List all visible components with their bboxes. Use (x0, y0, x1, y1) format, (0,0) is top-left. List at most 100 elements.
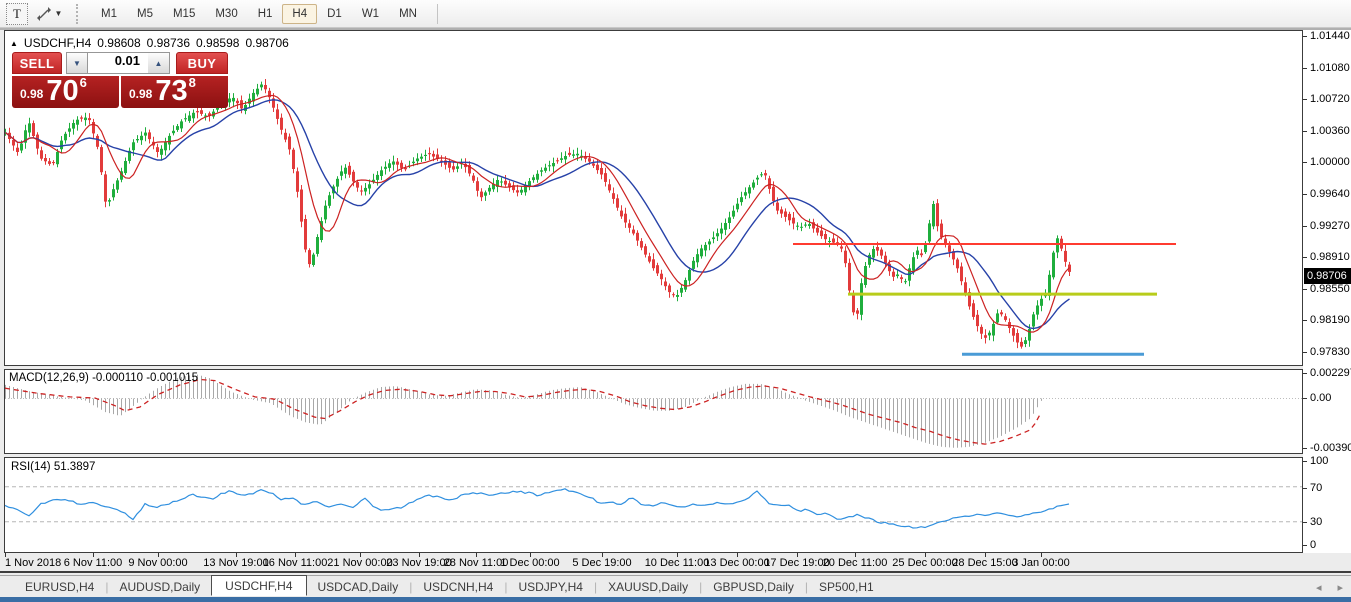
date-label: 17 Dec 19:00 (764, 557, 829, 569)
price-axis-label: 1.01440 (1310, 29, 1350, 43)
date-label: 23 Nov 19:00 (386, 557, 451, 569)
one-click-trade-panel: SELL ▼ 0.01 ▲ BUY 0.98 70 6 0.98 73 8 (12, 52, 228, 108)
date-label: 9 Nov 00:00 (128, 557, 187, 569)
axis-tick (1303, 194, 1307, 195)
macd-axis-label: -0.003904 (1310, 441, 1351, 455)
date-label: 1 Dec 00:00 (500, 557, 559, 569)
date-label: 10 Dec 11:00 (645, 557, 710, 569)
axis-tick (1303, 162, 1307, 163)
spinner-up-icon: ▲ (155, 59, 163, 68)
spinner-down-icon: ▼ (73, 59, 81, 68)
date-label: 3 Jan 00:00 (1012, 557, 1070, 569)
axis-tick (1303, 68, 1307, 69)
lot-size-input[interactable]: 0.01 (88, 52, 148, 74)
lot-decrease-button[interactable]: ▼ (66, 52, 88, 74)
buy-price-pip: 8 (189, 75, 196, 104)
price-axis-label: 0.98910 (1310, 250, 1350, 264)
chart-header: ▲ USDCHF,H4 0.98608 0.98736 0.98598 0.98… (10, 36, 289, 50)
price-axis-label: 0.99640 (1310, 187, 1350, 201)
axis-tick (1303, 226, 1307, 227)
macd-indicator-panel[interactable] (4, 369, 1303, 454)
date-label: 21 Nov 00:00 (327, 557, 392, 569)
ohlc-open: 0.98608 (97, 36, 140, 50)
rsi-label: RSI(14) 51.3897 (11, 461, 95, 473)
tab-scroll-right-icon[interactable]: ▸ (1337, 581, 1343, 594)
rsi-axis-label: 100 (1310, 454, 1328, 468)
price-axis-label: 1.00720 (1310, 92, 1350, 106)
time-axis[interactable]: 1 Nov 20186 Nov 11:00 9 Nov 00:00 13 Nov 1… (4, 553, 1303, 570)
arrows-tool-icon (36, 6, 52, 22)
sell-price-prefix: 0.98 (20, 87, 43, 104)
rsi-indicator-panel[interactable] (4, 457, 1303, 553)
timeframe-button-m5[interactable]: M5 (127, 4, 163, 24)
timeframe-button-mn[interactable]: MN (389, 4, 427, 24)
tab-scroll-controls: ◂ ▸ (1316, 576, 1343, 598)
lot-increase-button[interactable]: ▲ (148, 52, 170, 74)
macd-chart[interactable] (5, 370, 1302, 453)
tab-xauusd-daily[interactable]: XAUUSD,Daily (597, 578, 699, 596)
axis-tick (1303, 373, 1307, 374)
price-axis[interactable]: 0.98706 1.014401.010801.007201.003601.00… (1303, 30, 1351, 553)
date-label: 25 Dec 00:00 (892, 557, 957, 569)
axis-tick (1303, 36, 1307, 37)
timeframe-button-h1[interactable]: H1 (248, 4, 283, 24)
date-label: 13 Nov 19:00 (203, 557, 268, 569)
macd-axis-label: 0.00 (1310, 391, 1331, 405)
axis-tick (1303, 545, 1307, 546)
window-bottom-edge (0, 597, 1351, 602)
timeframe-button-m1[interactable]: M1 (91, 4, 127, 24)
tab-audusd-daily[interactable]: AUDUSD,Daily (108, 578, 211, 596)
date-label: 28 Nov 11:00 (444, 557, 509, 569)
date-label: 13 Dec 00:00 (704, 557, 769, 569)
text-tool-button[interactable]: T (6, 3, 28, 25)
chevron-down-icon: ▼ (55, 9, 63, 18)
buy-price-display[interactable]: 0.98 73 8 (121, 76, 228, 108)
ohlc-low: 0.98598 (196, 36, 239, 50)
collapse-arrow-icon[interactable]: ▲ (10, 39, 18, 48)
date-label: 1 Nov 2018 (5, 557, 61, 569)
chart-tab-bar: EURUSD,H4|AUDUSD,DailyUSDCHF,H4USDCAD,Da… (0, 575, 1351, 597)
tab-usdcnh-h4[interactable]: USDCNH,H4 (412, 578, 504, 596)
macd-label: MACD(12,26,9) -0.000110 -0.001015 (9, 372, 198, 384)
axis-tick (1303, 320, 1307, 321)
timeframe-button-m30[interactable]: M30 (205, 4, 247, 24)
arrows-tool-button[interactable]: ▼ (32, 3, 66, 25)
chart-bottom-border (0, 571, 1351, 573)
toolbar-separator (437, 4, 438, 24)
timeframe-button-m15[interactable]: M15 (163, 4, 205, 24)
tab-usdcad-daily[interactable]: USDCAD,Daily (307, 578, 410, 596)
axis-tick (1303, 99, 1307, 100)
price-axis-label: 1.00000 (1310, 155, 1350, 169)
axis-tick (1303, 461, 1307, 462)
rsi-chart[interactable] (5, 458, 1302, 552)
timeframe-button-h4[interactable]: H4 (282, 4, 317, 24)
date-label: 6 Nov 11:00 (64, 557, 123, 569)
date-label: 16 Nov 11:00 (263, 557, 328, 569)
date-label: 20 Dec 11:00 (823, 557, 888, 569)
tab-usdjpy-h4[interactable]: USDJPY,H4 (507, 578, 593, 596)
timeframe-button-d1[interactable]: D1 (317, 4, 352, 24)
buy-price-main: 73 (155, 78, 187, 104)
buy-button[interactable]: BUY (176, 52, 228, 74)
tab-sp500-h1[interactable]: SP500,H1 (808, 578, 885, 596)
sell-price-display[interactable]: 0.98 70 6 (12, 76, 119, 108)
price-axis-label: 0.97830 (1310, 345, 1350, 359)
axis-tick (1303, 352, 1307, 353)
tab-gbpusd-daily[interactable]: GBPUSD,Daily (702, 578, 805, 596)
price-axis-label: 1.01080 (1310, 61, 1350, 75)
tab-scroll-left-icon[interactable]: ◂ (1316, 581, 1322, 594)
sell-price-main: 70 (46, 78, 78, 104)
date-label: 5 Dec 19:00 (572, 557, 631, 569)
toolbar-grip[interactable] (76, 4, 81, 24)
sell-button[interactable]: SELL (12, 52, 62, 74)
timeframe-button-w1[interactable]: W1 (352, 4, 389, 24)
price-axis-label: 0.98550 (1310, 282, 1350, 296)
tab-eurusd-h4[interactable]: EURUSD,H4 (14, 578, 105, 596)
ohlc-high: 0.98736 (147, 36, 190, 50)
tab-usdchf-h4[interactable]: USDCHF,H4 (211, 575, 306, 596)
timeframe-toolbar: M1M5M15M30H1H4D1W1MN (91, 4, 427, 24)
date-label: 28 Dec 15:00 (952, 557, 1017, 569)
sell-price-pip: 6 (80, 75, 87, 104)
price-axis-label: 1.00360 (1310, 124, 1350, 138)
chart-title: USDCHF,H4 (24, 36, 91, 50)
